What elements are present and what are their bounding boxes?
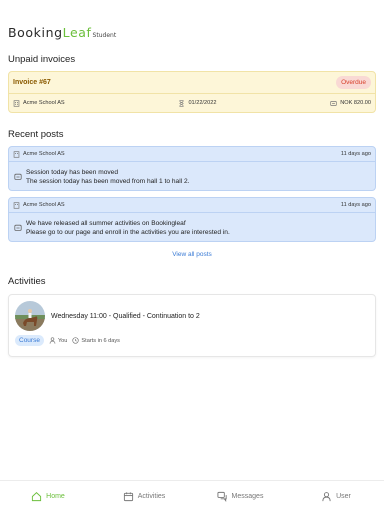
post-time: 11 days ago [340,151,371,157]
post-author: Acme School AS [23,151,65,157]
bottom-navigation: Home Activities Messages User [0,480,384,512]
clock-icon [72,337,80,344]
brand-name-accent: Leaf [62,25,92,40]
user-icon [322,492,331,502]
hourglass-icon [179,99,185,107]
nav-activities-label: Activities [137,493,166,500]
nav-messages[interactable]: Messages [192,481,288,512]
home-icon [32,492,42,502]
nav-messages-label: Messages [231,493,264,500]
brand-logo: Booking Leaf Student [8,25,116,40]
post-headline: We have released all summer activities o… [26,219,186,227]
nav-activities[interactable]: Activities [96,481,192,512]
post-card[interactable]: Acme School AS 11 days ago We have relea… [8,197,376,242]
unpaid-invoices-title: Unpaid invoices [8,54,76,65]
overdue-badge: Overdue [336,76,371,89]
activities-title: Activities [8,276,46,287]
building-icon [13,150,20,158]
post-headline: Session today has been moved [26,168,119,176]
nav-home[interactable]: Home [0,481,96,512]
person-icon [49,337,56,344]
invoice-amount: NOK 820.00 [340,100,371,106]
activity-participant: You [57,337,68,344]
activity-title: Wednesday 11:00 - Qualified - Continuati… [51,312,200,320]
activity-card[interactable]: Wednesday 11:00 - Qualified - Continuati… [8,294,376,357]
post-card[interactable]: Acme School AS 11 days ago Session today… [8,146,376,191]
invoice-due-date: 01/22/2022 [188,100,217,106]
activity-thumbnail [15,301,45,331]
brand-name-main: Booking [8,25,63,40]
invoice-card[interactable]: Invoice #67 Overdue Acme School AS 01/22… [8,71,376,113]
message-icon [14,173,22,180]
building-icon [13,201,20,209]
nav-home-label: Home [46,493,65,500]
building-icon [13,99,20,107]
view-all-posts-link[interactable]: View all posts [0,251,384,258]
chat-icon [217,491,227,502]
message-icon [14,224,22,231]
post-body-text: Please go to our page and enroll in the … [26,228,230,236]
nav-user[interactable]: User [288,481,384,512]
course-badge: Course [15,335,44,346]
nav-user-label: User [336,493,351,500]
activity-start-time: Starts in 6 days [81,337,120,344]
invoice-school: Acme School AS [23,100,65,106]
calendar-icon [123,492,133,502]
invoice-title: Invoice #67 [13,79,51,86]
money-icon [330,100,337,106]
post-time: 11 days ago [340,202,371,208]
post-author: Acme School AS [23,202,65,208]
app-header: Booking Leaf Student [0,0,384,48]
recent-posts-title: Recent posts [8,129,64,140]
brand-subtitle: Student [92,32,117,39]
post-body-text: The session today has been moved from ha… [26,177,190,185]
